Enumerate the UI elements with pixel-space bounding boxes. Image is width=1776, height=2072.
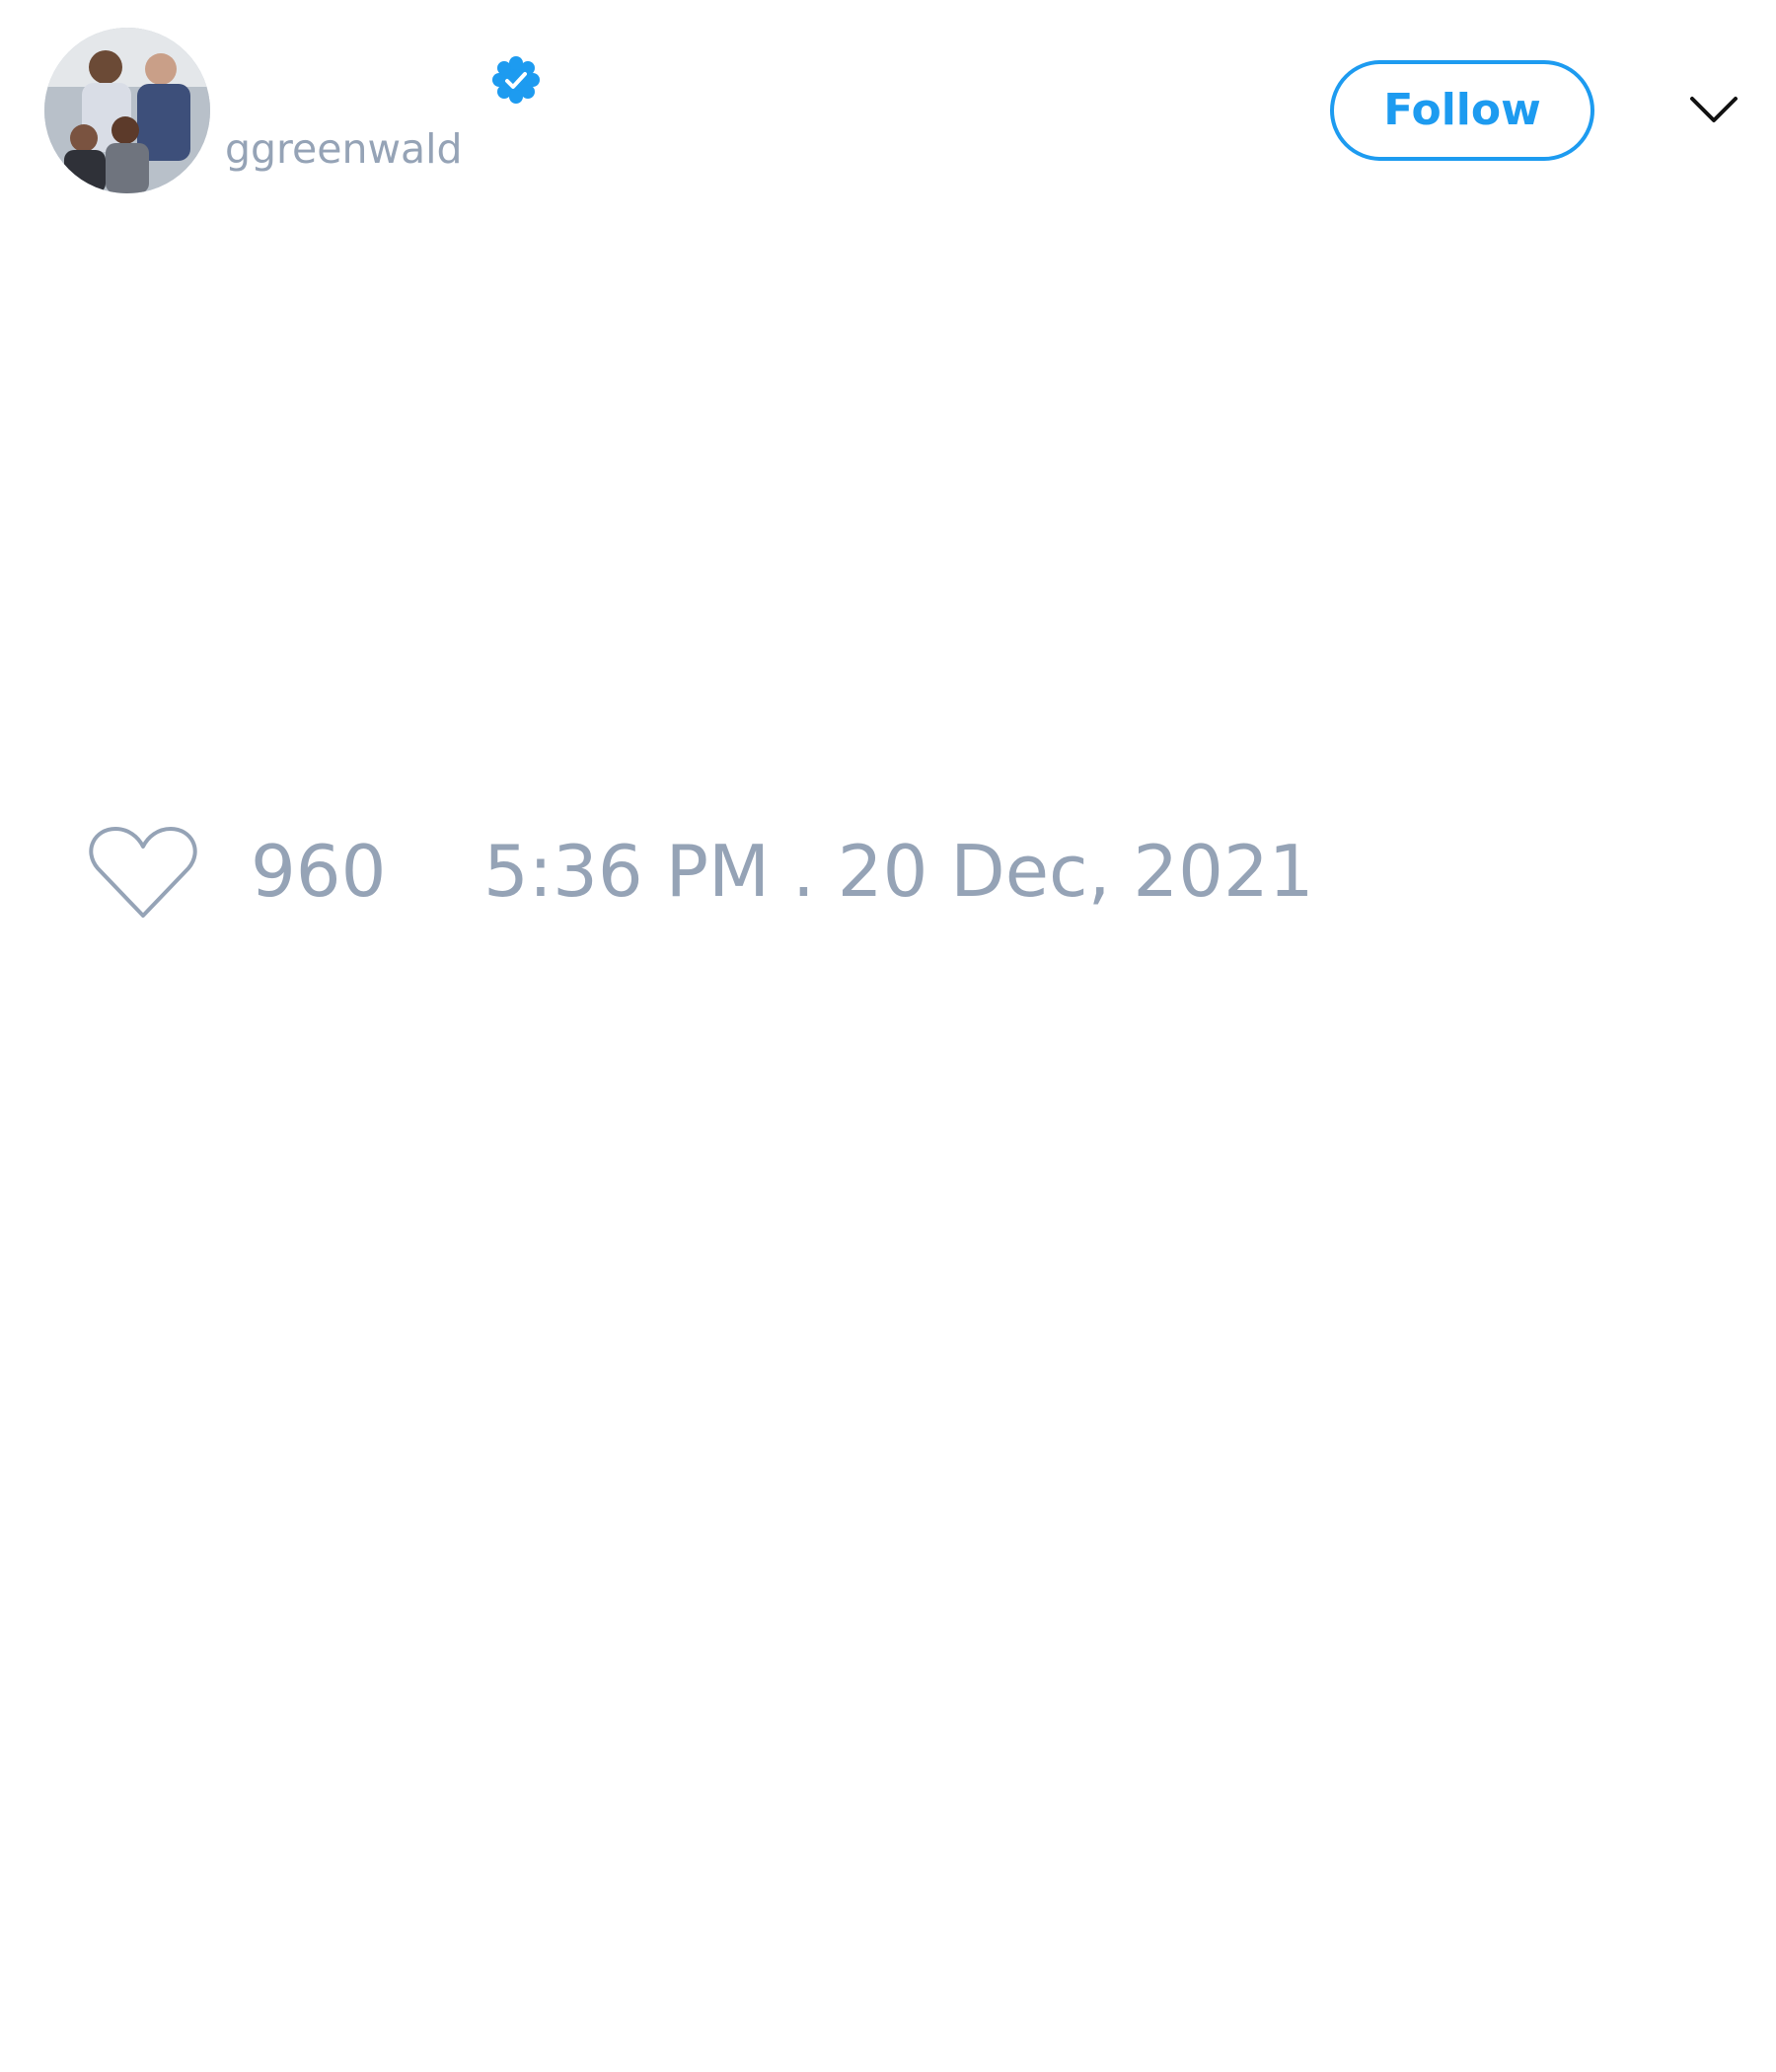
avatar-photo bbox=[44, 28, 210, 193]
tweet-timestamp[interactable]: 5:36 PM . 20 Dec, 2021 bbox=[483, 830, 1314, 913]
follow-button[interactable]: Follow bbox=[1330, 60, 1594, 161]
tweet-card: ggreenwald Follow 960 5:36 PM . 20 Dec, … bbox=[0, 0, 1776, 2072]
verified-badge-icon bbox=[492, 56, 540, 104]
avatar[interactable] bbox=[44, 28, 210, 193]
heart-outline-icon[interactable] bbox=[89, 825, 197, 924]
author-handle[interactable]: ggreenwald bbox=[225, 124, 463, 174]
like-count: 960 bbox=[251, 830, 387, 913]
chevron-down-icon[interactable] bbox=[1689, 91, 1739, 130]
